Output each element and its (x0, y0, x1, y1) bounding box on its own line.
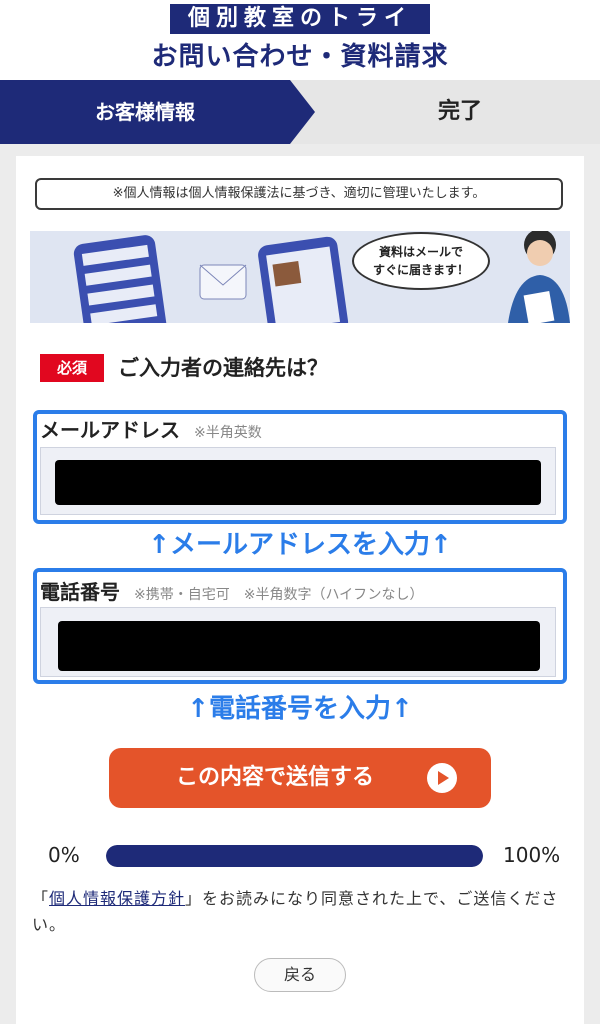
speech-bubble-line2: すぐに届きます！ (372, 263, 469, 277)
email-hint: ※半角英数 (194, 425, 262, 441)
speech-bubble: 資料はメールで すぐに届きます！ (352, 232, 490, 290)
speech-bubble-line1: 資料はメールで (378, 245, 463, 259)
back-button[interactable]: 戻る (254, 958, 346, 992)
progress-max-label: 100% (503, 843, 561, 867)
progress-bar-fill (106, 845, 483, 867)
consent-text: 「個人情報保護方針」をお読みになり同意された上で、ご送信ください。 (32, 886, 572, 938)
email-label: メールアドレス (40, 418, 180, 442)
privacy-note: ※個人情報は個人情報保護法に基づき、適切に管理いたします。 (35, 178, 563, 210)
email-input[interactable] (55, 460, 541, 505)
phone-annotation: ↑電話番号を入力↑ (187, 694, 413, 724)
brand-logo: 個別教室のトライ (170, 4, 430, 34)
email-annotation: ↑メールアドレスを入力↑ (148, 530, 452, 560)
required-badge: 必須 (40, 354, 104, 382)
section-question: ご入力者の連絡先は？ (118, 356, 328, 380)
page-header: 個別教室のトライ お問い合わせ・資料請求 (0, 0, 600, 80)
phone-input[interactable] (58, 621, 540, 671)
phone-label: 電話番号 (40, 580, 120, 604)
submit-button-label: この内容で送信する (175, 765, 374, 790)
banner-illustration (73, 231, 570, 323)
step-complete-label: 完了 (437, 99, 482, 124)
phone-hint: ※携帯・自宅可 ※半角数字（ハイフンなし） (134, 587, 424, 603)
step-customer-info: お客様情報 (0, 80, 315, 144)
page-title: お問い合わせ・資料請求 (151, 42, 449, 72)
progress-bar (106, 845, 483, 867)
play-arrow-icon (427, 763, 457, 793)
progress-stepper: お客様情報 完了 (0, 80, 600, 144)
email-label-row: メールアドレス ※半角英数 (40, 414, 262, 443)
phone-label-row: 電話番号 ※携帯・自宅可 ※半角数字（ハイフンなし） (40, 576, 423, 605)
step-customer-info-label: お客様情報 (95, 100, 195, 124)
progress-min-label: 0% (48, 843, 80, 867)
privacy-policy-link[interactable]: 個人情報保護方針 (49, 889, 185, 908)
consent-prefix: 「 (32, 889, 50, 908)
info-banner (30, 231, 570, 323)
